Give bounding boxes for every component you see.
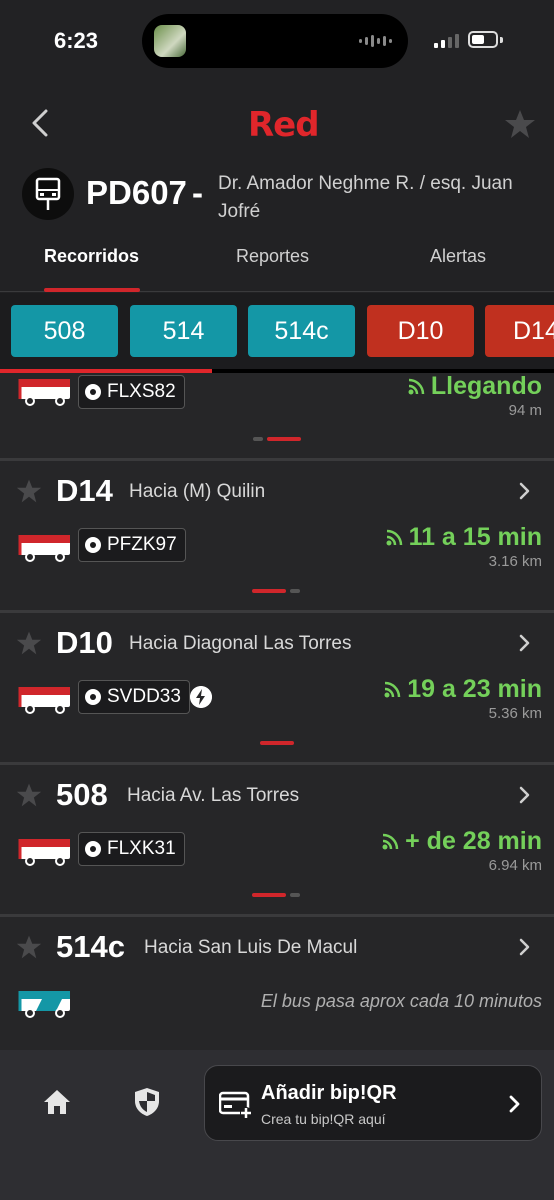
route-chip-bar[interactable]: 508 514 514c D10 D14 <box>0 293 554 373</box>
status-bar: 6:23 <box>0 0 554 80</box>
route-direction: Hacia Av. Las Torres <box>127 785 300 806</box>
chevron-right-icon <box>509 1095 520 1113</box>
route-chip-508[interactable]: 508 <box>11 305 118 357</box>
svg-text:Red: Red <box>248 105 319 144</box>
bus-plate: PFZK97 <box>78 528 186 562</box>
eta-distance: 3.16 km <box>488 553 542 570</box>
tab-reportes[interactable]: Reportes <box>236 246 309 267</box>
audio-wave-icon <box>359 34 392 48</box>
favorite-star-icon[interactable] <box>504 108 536 140</box>
favorite-star-icon[interactable] <box>16 630 42 656</box>
stop-code: PD607 <box>86 174 187 211</box>
bus-stop-icon <box>22 168 74 220</box>
route-chip-514c[interactable]: 514c <box>248 305 355 357</box>
live-signal-icon <box>384 681 401 697</box>
live-signal-icon <box>382 833 399 849</box>
plate-badge-icon <box>85 689 101 705</box>
plate-badge-icon <box>85 537 101 553</box>
eta-label: 11 a 15 min <box>385 523 542 552</box>
tab-alertas[interactable]: Alertas <box>430 246 486 267</box>
frequency-note: El bus pasa aprox cada 10 minutos <box>260 991 542 1011</box>
bus-pager[interactable] <box>252 589 300 593</box>
route-number: 508 <box>56 777 108 812</box>
bus-plate: SVDD33 <box>78 680 190 714</box>
card-add-icon <box>219 1091 252 1119</box>
route-card[interactable]: D10 Hacia Diagonal Las Torres SVDD33 19 … <box>0 613 554 765</box>
back-icon[interactable] <box>26 106 56 140</box>
electric-bus-icon <box>190 686 212 708</box>
bus-pager[interactable] <box>253 437 301 441</box>
route-chip-514[interactable]: 514 <box>130 305 237 357</box>
bus-icon <box>18 535 70 562</box>
route-number: D10 <box>56 625 113 660</box>
route-direction: Hacia Diagonal Las Torres <box>129 633 352 654</box>
route-card[interactable]: D14 Hacia (M) Quilin PFZK97 11 a 15 min … <box>0 461 554 613</box>
route-number: D14 <box>56 473 113 508</box>
eta-distance: 5.36 km <box>488 705 542 722</box>
eta-label: Llegando <box>407 372 542 401</box>
tab-recorridos[interactable]: Recorridos <box>44 246 139 267</box>
chevron-right-icon[interactable] <box>516 480 534 502</box>
bus-pager[interactable] <box>252 893 300 897</box>
route-chip-d14[interactable]: D14 <box>485 305 554 357</box>
tab-active-indicator <box>44 288 140 292</box>
favorite-star-icon[interactable] <box>16 478 42 504</box>
plate-badge-icon <box>85 384 101 400</box>
eta-distance: 94 m <box>508 402 542 419</box>
signal-icon <box>434 32 459 48</box>
route-direction: Hacia San Luis De Macul <box>144 937 358 958</box>
bus-icon <box>18 991 70 1018</box>
bus-plate: FLXS82 <box>78 375 185 409</box>
live-signal-icon <box>408 378 425 394</box>
plate-badge-icon <box>85 841 101 857</box>
bip-subtitle: Crea tu bip!QR aquí <box>261 1111 386 1127</box>
battery-icon <box>468 31 498 48</box>
tab-bar: Recorridos Reportes Alertas <box>0 238 554 292</box>
eta-distance: 6.94 km <box>488 857 542 874</box>
favorite-star-icon[interactable] <box>16 782 42 808</box>
red-logo: Red <box>240 104 320 145</box>
dynamic-island <box>142 14 408 68</box>
now-playing-thumbnail <box>154 25 186 57</box>
stop-name: Dr. Amador Neghme R. / esq. Juan Jofré <box>218 173 513 222</box>
bus-plate: FLXK31 <box>78 832 185 866</box>
bus-icon <box>18 839 70 866</box>
bip-title: Añadir bip!QR <box>261 1082 397 1104</box>
chevron-right-icon[interactable] <box>516 936 534 958</box>
shield-icon[interactable] <box>132 1086 162 1118</box>
route-card[interactable]: 514c Hacia San Luis De Macul El bus pasa… <box>0 917 554 1050</box>
home-icon[interactable] <box>42 1088 72 1116</box>
eta-label: + de 28 min <box>381 827 542 856</box>
live-signal-icon <box>386 529 402 545</box>
route-card[interactable]: FLXS82 Llegando 94 m <box>0 372 554 461</box>
eta-label: 19 a 23 min <box>383 675 542 704</box>
route-chip-d10[interactable]: D10 <box>367 305 474 357</box>
status-time: 6:23 <box>54 28 99 53</box>
route-card[interactable]: 508 Hacia Av. Las Torres FLXK31 + de 28 … <box>0 765 554 917</box>
bus-icon <box>18 379 70 406</box>
route-number: 514c <box>56 929 125 964</box>
bus-icon <box>18 687 70 714</box>
add-bipqr-button[interactable]: Añadir bip!QR Crea tu bip!QR aquí <box>204 1065 542 1141</box>
chevron-right-icon[interactable] <box>516 784 534 806</box>
favorite-star-icon[interactable] <box>16 934 42 960</box>
route-direction: Hacia (M) Quilin <box>129 481 266 502</box>
chevron-right-icon[interactable] <box>516 632 534 654</box>
bus-pager <box>260 741 294 745</box>
stop-separator: - <box>192 174 203 211</box>
